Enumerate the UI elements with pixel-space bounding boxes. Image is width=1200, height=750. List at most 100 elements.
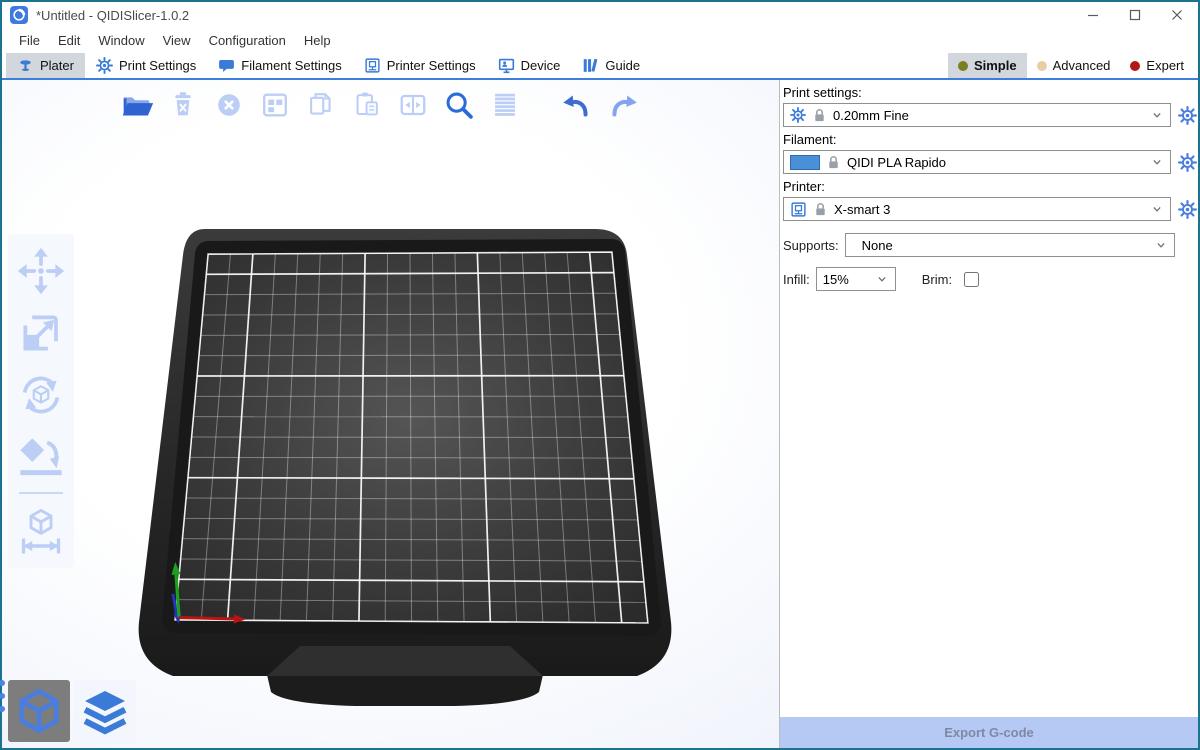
tab-plater[interactable]: Plater xyxy=(6,53,85,78)
tab-print-settings[interactable]: Print Settings xyxy=(85,53,207,78)
split-icon xyxy=(395,87,431,123)
undo-icon xyxy=(558,86,596,124)
export-gcode-button[interactable]: Export G-code xyxy=(780,717,1198,748)
printer-icon xyxy=(790,201,807,218)
print-settings-value: 0.20mm Fine xyxy=(833,108,1144,123)
guide-icon xyxy=(582,57,599,74)
undo-button[interactable] xyxy=(554,84,600,126)
mode-simple[interactable]: Simple xyxy=(948,53,1027,78)
preview-view-button[interactable] xyxy=(74,680,136,742)
paste-button[interactable] xyxy=(344,84,390,126)
menu-window[interactable]: Window xyxy=(89,30,153,51)
lock-icon xyxy=(826,155,841,170)
chevron-down-icon xyxy=(875,272,889,286)
expert-mode-dot xyxy=(1130,61,1140,71)
menu-edit[interactable]: Edit xyxy=(49,30,89,51)
printer-icon xyxy=(364,57,381,74)
mode-selector: Simple Advanced Expert xyxy=(948,53,1198,78)
print-settings-gear-button[interactable] xyxy=(1176,104,1198,126)
split-button[interactable] xyxy=(390,84,436,126)
advanced-mode-dot xyxy=(1037,61,1047,71)
chevron-down-icon xyxy=(1150,202,1164,216)
gear-icon xyxy=(1178,153,1197,172)
tab-device[interactable]: Device xyxy=(487,53,572,78)
move-icon xyxy=(16,246,66,296)
delete-all-icon xyxy=(211,87,247,123)
maximize-button[interactable] xyxy=(1114,2,1156,28)
title-bar: *Untitled - QIDISlicer-1.0.2 xyxy=(2,2,1198,28)
supports-select[interactable]: None xyxy=(845,233,1175,257)
lock-icon xyxy=(812,108,827,123)
gear-icon xyxy=(790,107,806,123)
copy-icon xyxy=(303,87,339,123)
settings-sidebar: Print settings: 0.20mm Fine Filament: QI… xyxy=(780,80,1198,748)
chevron-down-icon xyxy=(1150,108,1164,122)
window-title: *Untitled - QIDISlicer-1.0.2 xyxy=(36,8,189,23)
measure-icon xyxy=(16,506,66,556)
filament-gear-button[interactable] xyxy=(1176,151,1198,173)
close-button[interactable] xyxy=(1156,2,1198,28)
collapse-toolbar-handle[interactable] xyxy=(0,680,5,712)
chevron-down-icon xyxy=(1150,155,1164,169)
build-plate xyxy=(115,226,695,736)
print-settings-select[interactable]: 0.20mm Fine xyxy=(783,103,1171,127)
tab-printer-settings[interactable]: Printer Settings xyxy=(353,53,487,78)
filament-icon xyxy=(218,57,235,74)
infill-select[interactable]: 15% xyxy=(816,267,896,291)
printer-gear-button[interactable] xyxy=(1176,198,1198,220)
3d-editor-cube-icon xyxy=(16,688,62,734)
redo-button[interactable] xyxy=(600,84,646,126)
minimize-button[interactable] xyxy=(1072,2,1114,28)
simple-mode-dot xyxy=(958,61,968,71)
menu-configuration[interactable]: Configuration xyxy=(200,30,295,51)
menu-view[interactable]: View xyxy=(154,30,200,51)
rotate-icon xyxy=(16,370,66,420)
copy-button[interactable] xyxy=(298,84,344,126)
gear-icon xyxy=(1178,200,1197,219)
brim-label: Brim: xyxy=(922,272,952,287)
rotate-button[interactable] xyxy=(13,364,69,426)
layers-icon xyxy=(487,87,523,123)
filament-label: Filament: xyxy=(783,132,1198,147)
arrange-button[interactable] xyxy=(252,84,298,126)
scale-icon xyxy=(16,308,66,358)
tab-filament-settings[interactable]: Filament Settings xyxy=(207,53,352,78)
open-button[interactable] xyxy=(114,84,160,126)
chevron-down-icon xyxy=(1154,238,1168,252)
menu-bar: File Edit Window View Configuration Help xyxy=(2,28,1198,53)
place-on-face-icon xyxy=(16,432,66,482)
view-toolbar xyxy=(8,680,136,742)
filament-select[interactable]: QIDI PLA Rapido xyxy=(783,150,1171,174)
tab-guide[interactable]: Guide xyxy=(571,53,651,78)
brim-checkbox[interactable] xyxy=(964,272,979,287)
search-button[interactable] xyxy=(436,84,482,126)
infill-label: Infill: xyxy=(783,272,810,287)
mode-expert[interactable]: Expert xyxy=(1120,53,1194,78)
lock-icon xyxy=(813,202,828,217)
scale-button[interactable] xyxy=(13,302,69,364)
delete-button[interactable] xyxy=(160,84,206,126)
mode-advanced[interactable]: Advanced xyxy=(1027,53,1121,78)
filament-value: QIDI PLA Rapido xyxy=(847,155,1144,170)
filament-color-swatch xyxy=(790,155,820,170)
gizmo-toolbar xyxy=(8,234,74,568)
move-button[interactable] xyxy=(13,240,69,302)
3d-viewport-canvas[interactable] xyxy=(2,80,780,748)
measure-button[interactable] xyxy=(13,500,69,562)
place-on-face-button[interactable] xyxy=(13,426,69,488)
menu-file[interactable]: File xyxy=(10,30,49,51)
trash-icon xyxy=(165,87,201,123)
gear-icon xyxy=(96,57,113,74)
infill-value: 15% xyxy=(823,272,869,287)
delete-all-button[interactable] xyxy=(206,84,252,126)
open-folder-icon xyxy=(118,86,156,124)
variable-layer-height-button[interactable] xyxy=(482,84,528,126)
redo-icon xyxy=(604,86,642,124)
supports-value: None xyxy=(852,238,1148,253)
printer-select[interactable]: X-smart 3 xyxy=(783,197,1171,221)
supports-label: Supports: xyxy=(783,238,839,253)
plater-icon xyxy=(17,57,34,74)
search-icon xyxy=(440,86,478,124)
menu-help[interactable]: Help xyxy=(295,30,340,51)
3d-editor-view-button[interactable] xyxy=(8,680,70,742)
